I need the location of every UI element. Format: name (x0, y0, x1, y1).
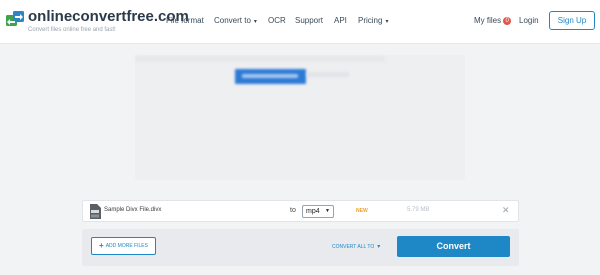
plus-icon: + (99, 241, 104, 250)
tagline: Convert files online free and fast! (28, 27, 116, 33)
file-name: Sample Divx File.divx (104, 207, 162, 213)
site-header: onlineconvertfree.com Convert files onli… (0, 0, 600, 44)
chevron-down-icon: ▾ (253, 19, 257, 25)
nav-ocr[interactable]: OCR (268, 16, 286, 25)
format-select-value: mp4 (306, 208, 320, 215)
nav-api[interactable]: API (334, 16, 347, 25)
add-more-files-button[interactable]: + ADD MORE FILES (91, 237, 156, 255)
preview-blur-text (307, 72, 349, 77)
logo-arrows-icon (6, 11, 24, 26)
format-select[interactable]: mp4 ▼ (302, 205, 334, 218)
chevron-down-icon: ▼ (325, 208, 330, 214)
nav-pricing-label: Pricing (358, 16, 383, 25)
convert-all-label: CONVERT ALL TO (332, 244, 375, 250)
chevron-down-icon: ▾ (377, 244, 381, 250)
nav-pricing[interactable]: Pricing ▾ (358, 16, 388, 25)
nav-file-format[interactable]: File format (166, 16, 204, 25)
close-icon[interactable]: ✕ (502, 205, 510, 216)
nav-convert-to[interactable]: Convert to ▾ (214, 16, 257, 25)
file-size: 5.79 MB (407, 207, 430, 213)
nav-support[interactable]: Support (295, 16, 323, 25)
preview-blur-text (242, 74, 298, 78)
status-badge: NEW (356, 208, 368, 214)
convert-button[interactable]: Convert (397, 236, 510, 257)
action-bar: + ADD MORE FILES CONVERT ALL TO ▾ Convert (82, 229, 519, 266)
add-more-files-label: ADD MORE FILES (105, 243, 148, 249)
file-icon (90, 204, 101, 219)
my-files-count-badge: 0 (503, 17, 512, 25)
nav-my-files[interactable]: My files 0 (474, 16, 512, 25)
to-label: to (290, 207, 296, 214)
signup-button[interactable]: Sign Up (549, 11, 595, 30)
chevron-down-icon: ▾ (385, 19, 389, 25)
my-files-label: My files (474, 16, 502, 25)
nav-convert-to-label: Convert to (214, 16, 251, 25)
brand-name: onlineconvertfree.com (28, 8, 189, 25)
preview-blur (135, 56, 385, 62)
convert-all-dropdown[interactable]: CONVERT ALL TO ▾ (332, 243, 380, 250)
file-row: Sample Divx File.divx to mp4 ▼ NEW 5.79 … (82, 200, 519, 222)
login-link[interactable]: Login (519, 16, 539, 25)
